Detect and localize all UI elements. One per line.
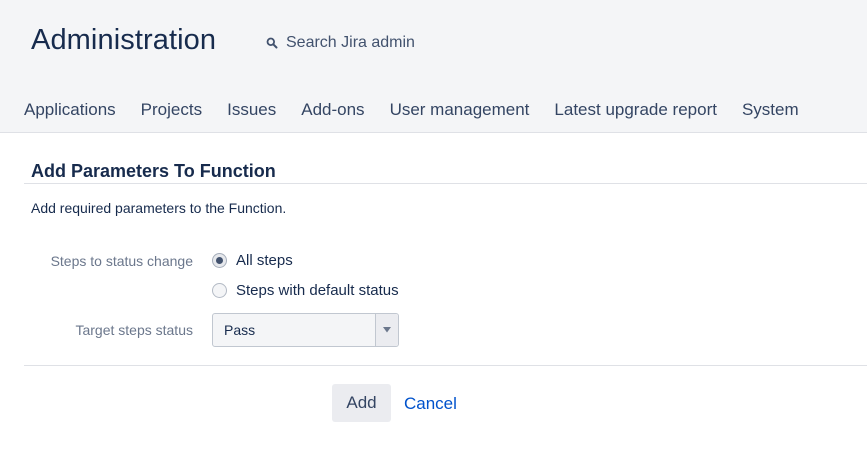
radio-checked-icon[interactable]	[212, 253, 227, 268]
nav-item-system[interactable]: System	[742, 98, 799, 122]
add-button[interactable]: Add	[332, 384, 391, 422]
page-title: Administration	[31, 24, 217, 56]
nav-item-add-ons[interactable]: Add-ons	[301, 98, 364, 122]
chevron-down-icon[interactable]	[375, 314, 398, 346]
search-placeholder: Search Jira admin	[286, 34, 415, 51]
search-icon	[262, 33, 282, 53]
admin-header: Administration Search Jira admin Applica…	[0, 0, 867, 133]
nav-item-latest-upgrade-report[interactable]: Latest upgrade report	[554, 98, 717, 122]
form-title: Add Parameters To Function	[31, 161, 276, 181]
admin-search[interactable]: Search Jira admin	[262, 29, 492, 57]
radio-default-status[interactable]: Steps with default status	[212, 282, 399, 299]
divider	[24, 183, 867, 184]
radio-label: Steps with default status	[236, 282, 399, 299]
target-label: Target steps status	[75, 322, 193, 338]
radio-label: All steps	[236, 252, 293, 269]
divider	[24, 365, 867, 366]
radio-unchecked-icon[interactable]	[212, 283, 227, 298]
radio-all-steps[interactable]: All steps	[212, 252, 293, 269]
nav-item-projects[interactable]: Projects	[141, 98, 202, 122]
form-description: Add required parameters to the Function.	[31, 200, 287, 216]
target-status-select[interactable]: Pass	[212, 313, 399, 347]
nav-item-issues[interactable]: Issues	[227, 98, 276, 122]
cancel-link[interactable]: Cancel	[404, 394, 457, 414]
nav-item-user-management[interactable]: User management	[390, 98, 530, 122]
select-value: Pass	[224, 322, 256, 338]
nav-item-applications[interactable]: Applications	[24, 98, 116, 122]
steps-label: Steps to status change	[50, 253, 193, 269]
admin-nav: Applications Projects Issues Add-ons Use…	[24, 98, 824, 122]
